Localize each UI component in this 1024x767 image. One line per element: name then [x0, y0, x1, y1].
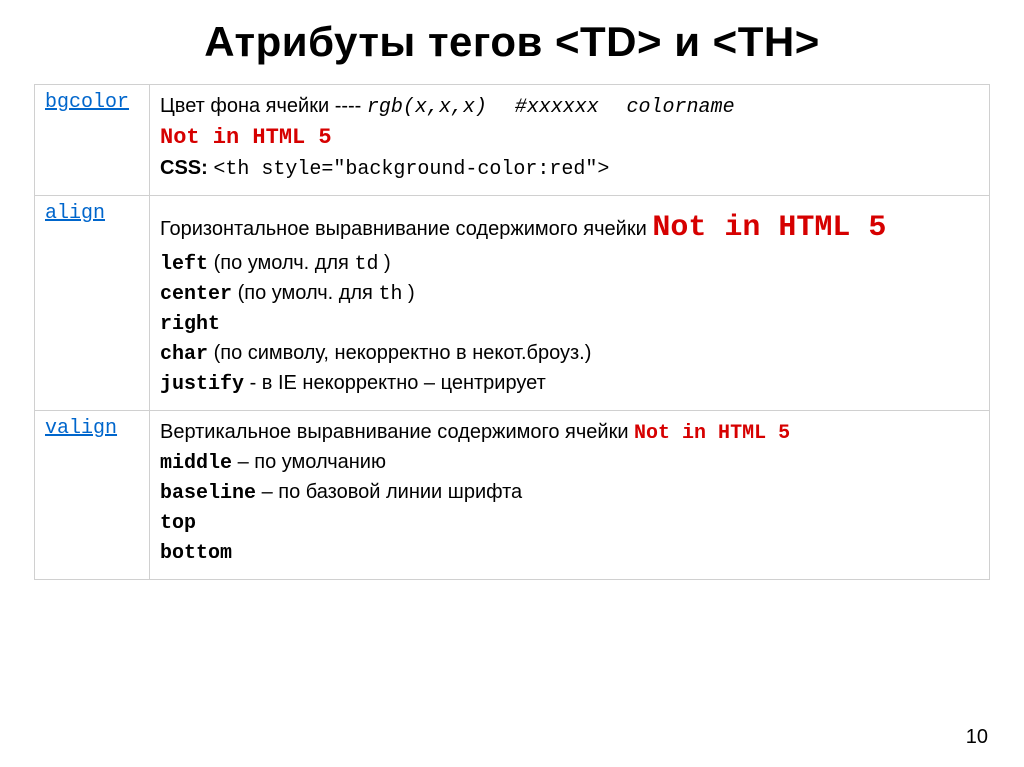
text: (по умолч. для	[238, 282, 379, 304]
text-code: rgb(x,x,x)	[367, 96, 487, 119]
text: (по символу, некорректно в некот.броуз.)	[214, 342, 592, 364]
attr-desc-cell: Горизонтальное выравнивание содержимого …	[150, 195, 990, 411]
tag-code: th	[378, 283, 402, 306]
text: – по умолчанию	[238, 451, 386, 473]
table-row: valign Вертикальное выравнивание содержи…	[35, 411, 990, 580]
text: – по базовой линии шрифта	[262, 481, 523, 503]
table-row: align Горизонтальное выравнивание содерж…	[35, 195, 990, 411]
tag-code: td	[354, 253, 378, 276]
text: - в IE некорректно – центрирует	[250, 372, 546, 394]
text: )	[384, 252, 391, 274]
text-code: #xxxxxx	[515, 96, 599, 119]
not-in-html5: Not in HTML 5	[652, 211, 886, 245]
value-code: right	[160, 313, 220, 336]
text-code: colorname	[627, 96, 735, 119]
not-in-html5: Not in HTML 5	[160, 125, 332, 150]
attr-link-valign[interactable]: valign	[45, 417, 117, 440]
attr-desc-cell: Вертикальное выравнивание содержимого яч…	[150, 411, 990, 580]
text: Горизонтальное выравнивание содержимого …	[160, 218, 652, 240]
value-code: left	[160, 253, 208, 276]
text: Вертикальное выравнивание содержимого яч…	[160, 421, 634, 443]
text: (по умолч. для	[214, 252, 355, 274]
attr-name-cell: bgcolor	[35, 85, 150, 196]
slide-title: Атрибуты тегов <TD> и <TH>	[34, 18, 990, 66]
value-code: justify	[160, 373, 244, 396]
attr-link-bgcolor[interactable]: bgcolor	[45, 91, 129, 114]
css-label: CSS:	[160, 157, 208, 179]
attr-link-align[interactable]: align	[45, 202, 105, 225]
not-in-html5: Not in HTML 5	[634, 422, 790, 445]
value-code: char	[160, 343, 208, 366]
attr-name-cell: align	[35, 195, 150, 411]
value-code: baseline	[160, 482, 256, 505]
css-code: <th style="background-color:red">	[213, 158, 609, 181]
text: Цвет фона ячейки ----	[160, 95, 367, 117]
value-code: center	[160, 283, 232, 306]
value-code: bottom	[160, 542, 232, 565]
attr-desc-cell: Цвет фона ячейки ---- rgb(x,x,x) #xxxxxx…	[150, 85, 990, 196]
page-number: 10	[966, 726, 988, 749]
attributes-table: bgcolor Цвет фона ячейки ---- rgb(x,x,x)…	[34, 84, 990, 580]
table-row: bgcolor Цвет фона ячейки ---- rgb(x,x,x)…	[35, 85, 990, 196]
text: )	[408, 282, 415, 304]
attr-name-cell: valign	[35, 411, 150, 580]
value-code: middle	[160, 452, 232, 475]
value-code: top	[160, 512, 196, 535]
